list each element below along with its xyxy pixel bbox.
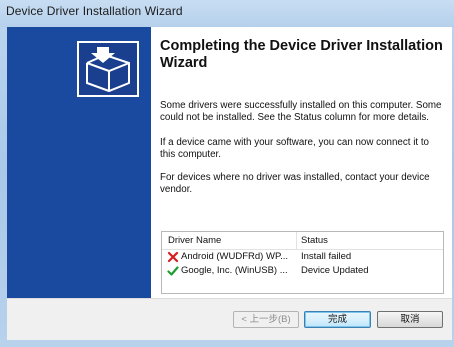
driver-name-cell: Android (WUDFRd) WP...: [181, 251, 288, 262]
table-header: Driver Name Status: [162, 232, 443, 250]
page-title: Completing the Device Driver Installatio…: [160, 38, 443, 71]
column-header-driver-name[interactable]: Driver Name: [168, 235, 221, 246]
contact-vendor-message: For devices where no driver was installe…: [160, 172, 430, 195]
driver-status-cell: Install failed: [301, 251, 352, 262]
cancel-button[interactable]: 取消: [377, 311, 443, 328]
green-check-icon: [167, 266, 179, 276]
column-header-status[interactable]: Status: [301, 235, 328, 246]
status-message: Some drivers were successfully installed…: [160, 100, 442, 123]
red-x-icon: [167, 251, 179, 263]
window-title: Device Driver Installation Wizard: [6, 4, 183, 18]
table-row[interactable]: Google, Inc. (WinUSB) ... Device Updated: [162, 264, 443, 278]
connect-device-message: If a device came with your software, you…: [160, 137, 430, 160]
driver-name-cell: Google, Inc. (WinUSB) ...: [181, 265, 288, 276]
column-divider[interactable]: [296, 232, 297, 249]
finish-button[interactable]: 完成: [304, 311, 371, 328]
title-bar[interactable]: Device Driver Installation Wizard: [0, 0, 454, 27]
driver-status-table[interactable]: Driver Name Status Android (WUDFRd) WP..…: [161, 231, 444, 294]
driver-install-logo-icon: [77, 41, 139, 97]
wizard-client-area: Completing the Device Driver Installatio…: [7, 27, 452, 340]
wizard-window: Device Driver Installation Wizard Comple…: [0, 0, 454, 347]
driver-status-cell: Device Updated: [301, 265, 369, 276]
button-bar: < 上一步(B) 完成 取消: [7, 298, 452, 340]
back-button[interactable]: < 上一步(B): [233, 311, 299, 328]
table-row[interactable]: Android (WUDFRd) WP... Install failed: [162, 250, 443, 264]
wizard-side-panel: [7, 27, 151, 298]
